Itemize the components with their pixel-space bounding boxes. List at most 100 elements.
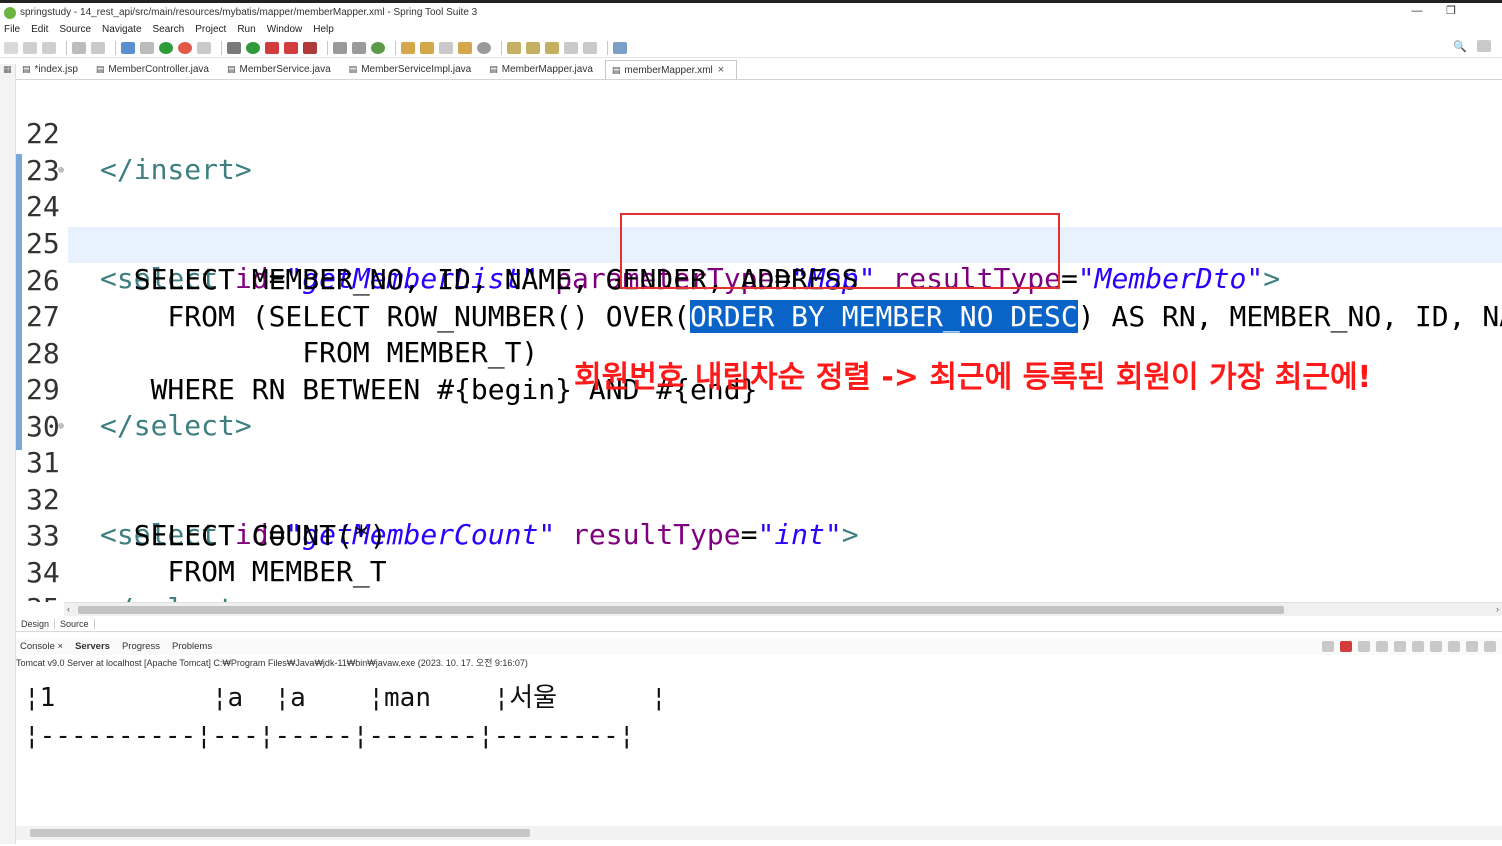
terminal-icon[interactable] <box>121 41 135 54</box>
scrollbar-thumb[interactable] <box>78 606 1284 614</box>
open-console-icon[interactable] <box>1448 641 1460 652</box>
perspective-icon[interactable] <box>1477 40 1491 52</box>
forward-icon[interactable] <box>583 41 597 54</box>
display-console-icon[interactable] <box>1430 641 1442 652</box>
console-line: ¦----------¦---¦-----¦-------¦--------¦ <box>24 721 635 751</box>
open-folder-icon[interactable] <box>401 41 415 54</box>
stop-icon[interactable] <box>284 41 298 54</box>
code-line: 23 <box>16 117 1502 187</box>
menu-help[interactable]: Help <box>313 24 334 35</box>
java-file-icon: ▤ <box>348 64 358 74</box>
tab-index-jsp[interactable]: ▤ *index.jsp <box>16 60 90 79</box>
new-class-icon[interactable] <box>371 41 385 54</box>
menu-navigate[interactable]: Navigate <box>102 24 141 35</box>
minimize-button[interactable]: — <box>1400 3 1434 22</box>
tab-problems[interactable]: Problems <box>168 641 220 652</box>
next-annotation-icon[interactable] <box>507 41 521 54</box>
toggle-mark-icon[interactable] <box>477 41 491 54</box>
save-all-icon[interactable] <box>42 41 56 54</box>
new-java-project-icon[interactable] <box>333 41 347 54</box>
minimize-view-icon[interactable] <box>1466 641 1478 652</box>
tab-progress[interactable]: Progress <box>118 641 168 652</box>
new-package-icon[interactable] <box>352 41 366 54</box>
terminate-icon[interactable] <box>1340 641 1352 652</box>
boot-dashboard-icon[interactable] <box>178 41 192 54</box>
java-file-icon: ▤ <box>489 64 498 74</box>
code-line: 34 </select> <box>16 519 1502 602</box>
search-toolbar-icon[interactable] <box>439 41 453 54</box>
close-window-button[interactable] <box>1468 3 1502 22</box>
tab-member-controller[interactable]: ▤ MemberController.java <box>90 60 221 79</box>
prev-annotation-icon[interactable] <box>526 41 540 54</box>
toolbar-divider <box>607 40 608 55</box>
refresh-icon[interactable] <box>197 41 211 54</box>
back-icon[interactable] <box>564 41 578 54</box>
console-line: ¦1 ¦a ¦a ¦man ¦서울 ¦ <box>24 683 667 713</box>
tab-servers[interactable]: Servers <box>71 641 118 652</box>
menu-file[interactable]: File <box>4 24 20 35</box>
fold-toggle-icon[interactable]: ⊕ <box>58 409 64 445</box>
remove-launch-icon[interactable] <box>1322 641 1334 652</box>
main-toolbar: 🔍 <box>0 38 1502 58</box>
design-source-tabs: Design Source <box>16 616 1502 632</box>
fold-toggle-icon[interactable]: ⊕ <box>58 153 64 189</box>
print-icon[interactable] <box>72 41 86 54</box>
run-icon[interactable] <box>246 41 260 54</box>
tab-label: MemberService.java <box>239 64 331 75</box>
console-horizontal-scrollbar[interactable] <box>16 826 1502 840</box>
run-last-tool-icon[interactable] <box>265 41 279 54</box>
scroll-lock-icon[interactable] <box>1376 641 1388 652</box>
start-server-icon[interactable] <box>159 41 173 54</box>
new-icon[interactable] <box>4 41 18 54</box>
code-line: 32 SELECT COUNT(*) <box>16 446 1502 552</box>
restore-view-icon[interactable]: ▦ <box>0 64 15 75</box>
xml-file-icon: ▤ <box>611 64 621 75</box>
menu-search[interactable]: Search <box>153 24 185 35</box>
word-wrap-icon[interactable] <box>1394 641 1406 652</box>
scroll-left-icon[interactable]: ‹ <box>67 603 70 616</box>
toolbar-divider <box>66 40 67 55</box>
remove-all-icon[interactable] <box>1358 641 1370 652</box>
skip-breakpoints-icon[interactable] <box>140 41 154 54</box>
tab-console[interactable]: Console × <box>16 641 71 652</box>
console-output[interactable]: ¦1 ¦a ¦a ¦man ¦서울 ¦ ¦----------¦---¦----… <box>16 668 1502 828</box>
jsp-file-icon: ▤ <box>22 64 31 74</box>
tab-member-mapper-java[interactable]: ▤ MemberMapper.java <box>483 60 605 79</box>
code-text: </select> <box>100 591 252 602</box>
tab-member-service-impl[interactable]: ▤ MemberServiceImpl.java <box>343 60 484 79</box>
last-edit-icon[interactable] <box>545 41 559 54</box>
debug-icon[interactable] <box>227 41 241 54</box>
tab-design[interactable]: Design <box>16 618 56 629</box>
open-type-icon[interactable] <box>91 41 105 54</box>
spring-app-icon <box>4 6 16 19</box>
coverage-icon[interactable] <box>303 41 317 54</box>
window-controls: — ❐ <box>1400 3 1502 22</box>
restore-button[interactable]: ❐ <box>1434 3 1468 22</box>
code-line: 24 ⊕ <select id="getMemberList" paramete… <box>16 153 1502 295</box>
annotation-icon[interactable] <box>458 41 472 54</box>
maximize-view-icon[interactable] <box>1484 641 1496 652</box>
code-editor[interactable]: 22 </insert> 23 24 ⊕ <select id="getMemb… <box>16 80 1502 602</box>
search-icon[interactable]: 🔍 <box>1453 40 1467 53</box>
tab-member-mapper-xml[interactable]: ▤ memberMapper.xml × <box>604 60 738 79</box>
menu-project[interactable]: Project <box>195 24 226 35</box>
menu-source[interactable]: Source <box>59 24 91 35</box>
scrollbar-thumb[interactable] <box>30 829 530 837</box>
close-tab-icon[interactable]: × <box>718 64 724 76</box>
menu-edit[interactable]: Edit <box>31 24 48 35</box>
menu-bar: File Edit Source Navigate Search Project… <box>0 22 1502 37</box>
toolbar-divider <box>395 40 396 55</box>
tab-member-service[interactable]: ▤ MemberService.java <box>221 60 343 79</box>
open-task-icon[interactable] <box>420 41 434 54</box>
tab-source[interactable]: Source <box>55 618 95 629</box>
title-bar: springstudy - 14_rest_api/src/main/resou… <box>0 0 1502 22</box>
pin-editor-icon[interactable] <box>613 41 627 54</box>
menu-window[interactable]: Window <box>267 24 303 35</box>
scroll-right-icon[interactable]: › <box>1496 603 1499 616</box>
close-tab-icon[interactable]: × <box>58 641 64 652</box>
pin-console-icon[interactable] <box>1412 641 1424 652</box>
editor-horizontal-scrollbar[interactable]: ‹ › <box>64 602 1502 616</box>
highlight-box <box>620 213 1060 289</box>
menu-run[interactable]: Run <box>237 24 255 35</box>
save-icon[interactable] <box>23 41 37 54</box>
